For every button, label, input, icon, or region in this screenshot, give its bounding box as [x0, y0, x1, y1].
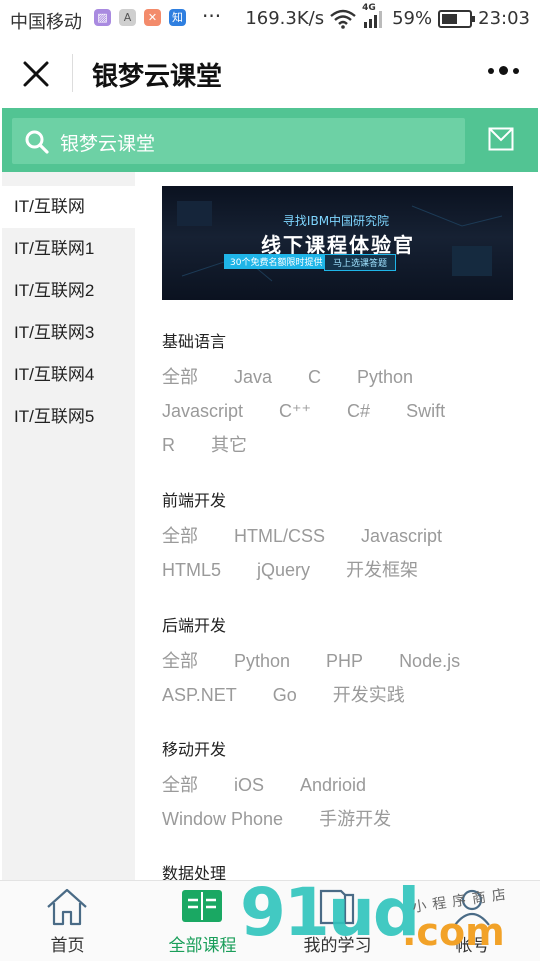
tag-list: 全部 HTML/CSS Javascript HTML5 jQuery 开发框架 [162, 519, 522, 587]
more-options-button[interactable] [488, 64, 520, 80]
section-data-processing: 数据处理 [162, 858, 522, 880]
page-title: 银梦云课堂 [92, 61, 223, 91]
tag-item[interactable]: iOS [234, 768, 264, 802]
section-title: 基础语言 [162, 334, 227, 351]
tag-item[interactable]: HTML/CSS [234, 519, 325, 553]
book-icon [319, 889, 355, 925]
tag-item[interactable]: ASP.NET [162, 678, 237, 712]
tag-item[interactable]: Node.js [399, 644, 460, 678]
sidebar-item-it[interactable]: IT/互联网 [2, 186, 135, 228]
section-mobile: 移动开发 全部 iOS Andrioid Window Phone 手游开发 [162, 734, 522, 836]
clock: 23:03 [478, 8, 530, 29]
tag-item[interactable]: 全部 [162, 644, 198, 678]
battery-fill [442, 13, 458, 24]
font-app-icon: A [119, 9, 136, 26]
tag-item[interactable]: C [308, 360, 321, 394]
tag-item[interactable]: C# [347, 394, 370, 428]
tag-item[interactable]: Window Phone [162, 802, 283, 836]
bottom-tab-bar: 首页 全部课程 我的学习 帐号 [0, 880, 540, 961]
tag-list: 全部 Python PHP Node.js ASP.NET Go 开发实践 [162, 644, 522, 712]
tab-label: 帐号 [455, 936, 490, 955]
courses-icon [182, 890, 222, 922]
tag-item[interactable]: R [162, 428, 175, 462]
tag-item[interactable]: 开发框架 [346, 553, 418, 587]
sidebar-item-it-2[interactable]: IT/互联网2 [2, 270, 135, 312]
tab-all-courses[interactable]: 全部课程 [135, 881, 270, 961]
tag-item[interactable]: 全部 [162, 360, 198, 394]
more-dot-icon [499, 66, 508, 75]
banner-tag-enroll: 马上选课答题 [324, 254, 397, 271]
category-sidebar: IT/互联网 IT/互联网1 IT/互联网2 IT/互联网3 IT/互联网4 I… [2, 172, 135, 880]
user-icon [454, 889, 490, 926]
nav-divider [72, 54, 73, 92]
tag-item[interactable]: 手游开发 [319, 802, 391, 836]
sidebar-item-it-1[interactable]: IT/互联网1 [2, 228, 135, 270]
tag-item[interactable]: Python [357, 360, 413, 394]
section-title: 后端开发 [162, 618, 227, 635]
tab-label: 首页 [50, 936, 85, 955]
signal-icon: 4G [362, 3, 386, 29]
tag-item[interactable]: 全部 [162, 519, 198, 553]
status-right: 169.3K/s 4G 59% 23:03 [245, 3, 530, 30]
wifi-icon [330, 9, 356, 29]
gallery-app-icon: ▨ [94, 9, 111, 26]
tag-item[interactable]: Javascript [162, 394, 243, 428]
banner-tag-free: 30个免费名额限时提供 [224, 254, 329, 269]
tag-item[interactable]: Swift [406, 394, 445, 428]
sidebar-item-it-4[interactable]: IT/互联网4 [2, 354, 135, 396]
tag-item[interactable]: 全部 [162, 768, 198, 802]
tag-item[interactable]: jQuery [257, 553, 310, 587]
tag-item[interactable]: Go [273, 678, 297, 712]
tag-item[interactable]: 开发实践 [333, 678, 405, 712]
close-icon[interactable] [18, 56, 54, 92]
more-dot-icon [488, 68, 494, 74]
sidebar-item-it-3[interactable]: IT/互联网3 [2, 312, 135, 354]
search-placeholder: 银梦云课堂 [60, 134, 156, 155]
tab-account[interactable]: 帐号 [405, 881, 540, 961]
sidebar-item-it-5[interactable]: IT/互联网5 [2, 396, 135, 438]
battery-icon [438, 9, 476, 28]
tag-list: 全部 iOS Andrioid Window Phone 手游开发 [162, 768, 522, 836]
section-backend: 后端开发 全部 Python PHP Node.js ASP.NET Go 开发… [162, 610, 522, 712]
tag-item[interactable]: Python [234, 644, 290, 678]
carrier-name: 中国移动 [10, 12, 82, 33]
section-title: 前端开发 [162, 493, 227, 510]
tool-app-icon: ✕ [144, 9, 161, 26]
search-input[interactable]: 银梦云课堂 [12, 118, 465, 164]
banner-subtitle: 寻找IBM中国研究院 [282, 214, 390, 228]
section-basic-languages: 基础语言 全部 Java C Python Javascript C⁺⁺ C# … [162, 326, 522, 462]
tag-list: 全部 Java C Python Javascript C⁺⁺ C# Swift… [162, 360, 522, 462]
notification-icons: ▨ A ✕ 知 [94, 9, 186, 26]
network-speed: 169.3K/s [245, 8, 325, 29]
more-dot-icon [513, 68, 519, 74]
tag-item[interactable]: HTML5 [162, 553, 221, 587]
mail-icon[interactable] [488, 126, 514, 152]
tab-label: 我的学习 [303, 936, 372, 955]
tag-item[interactable]: Java [234, 360, 272, 394]
section-title: 数据处理 [162, 866, 227, 880]
tag-item[interactable]: C⁺⁺ [279, 394, 311, 428]
section-frontend: 前端开发 全部 HTML/CSS Javascript HTML5 jQuery… [162, 485, 522, 587]
category-content: 寻找IBM中国研究院 线下课程体验官 30个免费名额限时提供 马上选课答题 基础… [135, 172, 540, 880]
more-notifications-icon: ··· [202, 4, 222, 28]
tab-my-learning[interactable]: 我的学习 [270, 881, 405, 961]
tab-home[interactable]: 首页 [0, 881, 135, 961]
promo-banner[interactable]: 寻找IBM中国研究院 线下课程体验官 30个免费名额限时提供 马上选课答题 [162, 186, 513, 300]
section-title: 移动开发 [162, 742, 227, 759]
status-bar: 中国移动 ▨ A ✕ 知 ··· 169.3K/s 4G 59% 23:03 [0, 0, 540, 38]
tag-item[interactable]: PHP [326, 644, 363, 678]
zhihu-app-icon: 知 [169, 9, 186, 26]
tag-item[interactable]: Javascript [361, 519, 442, 553]
tab-label: 全部课程 [168, 936, 237, 955]
nav-bar: 银梦云课堂 [0, 38, 540, 108]
search-bar: 银梦云课堂 [2, 108, 538, 172]
tag-item[interactable]: Andrioid [300, 768, 366, 802]
home-icon [47, 888, 87, 926]
battery-percent: 59% [392, 8, 433, 29]
search-icon [25, 130, 49, 154]
tag-item[interactable]: 其它 [211, 428, 247, 462]
